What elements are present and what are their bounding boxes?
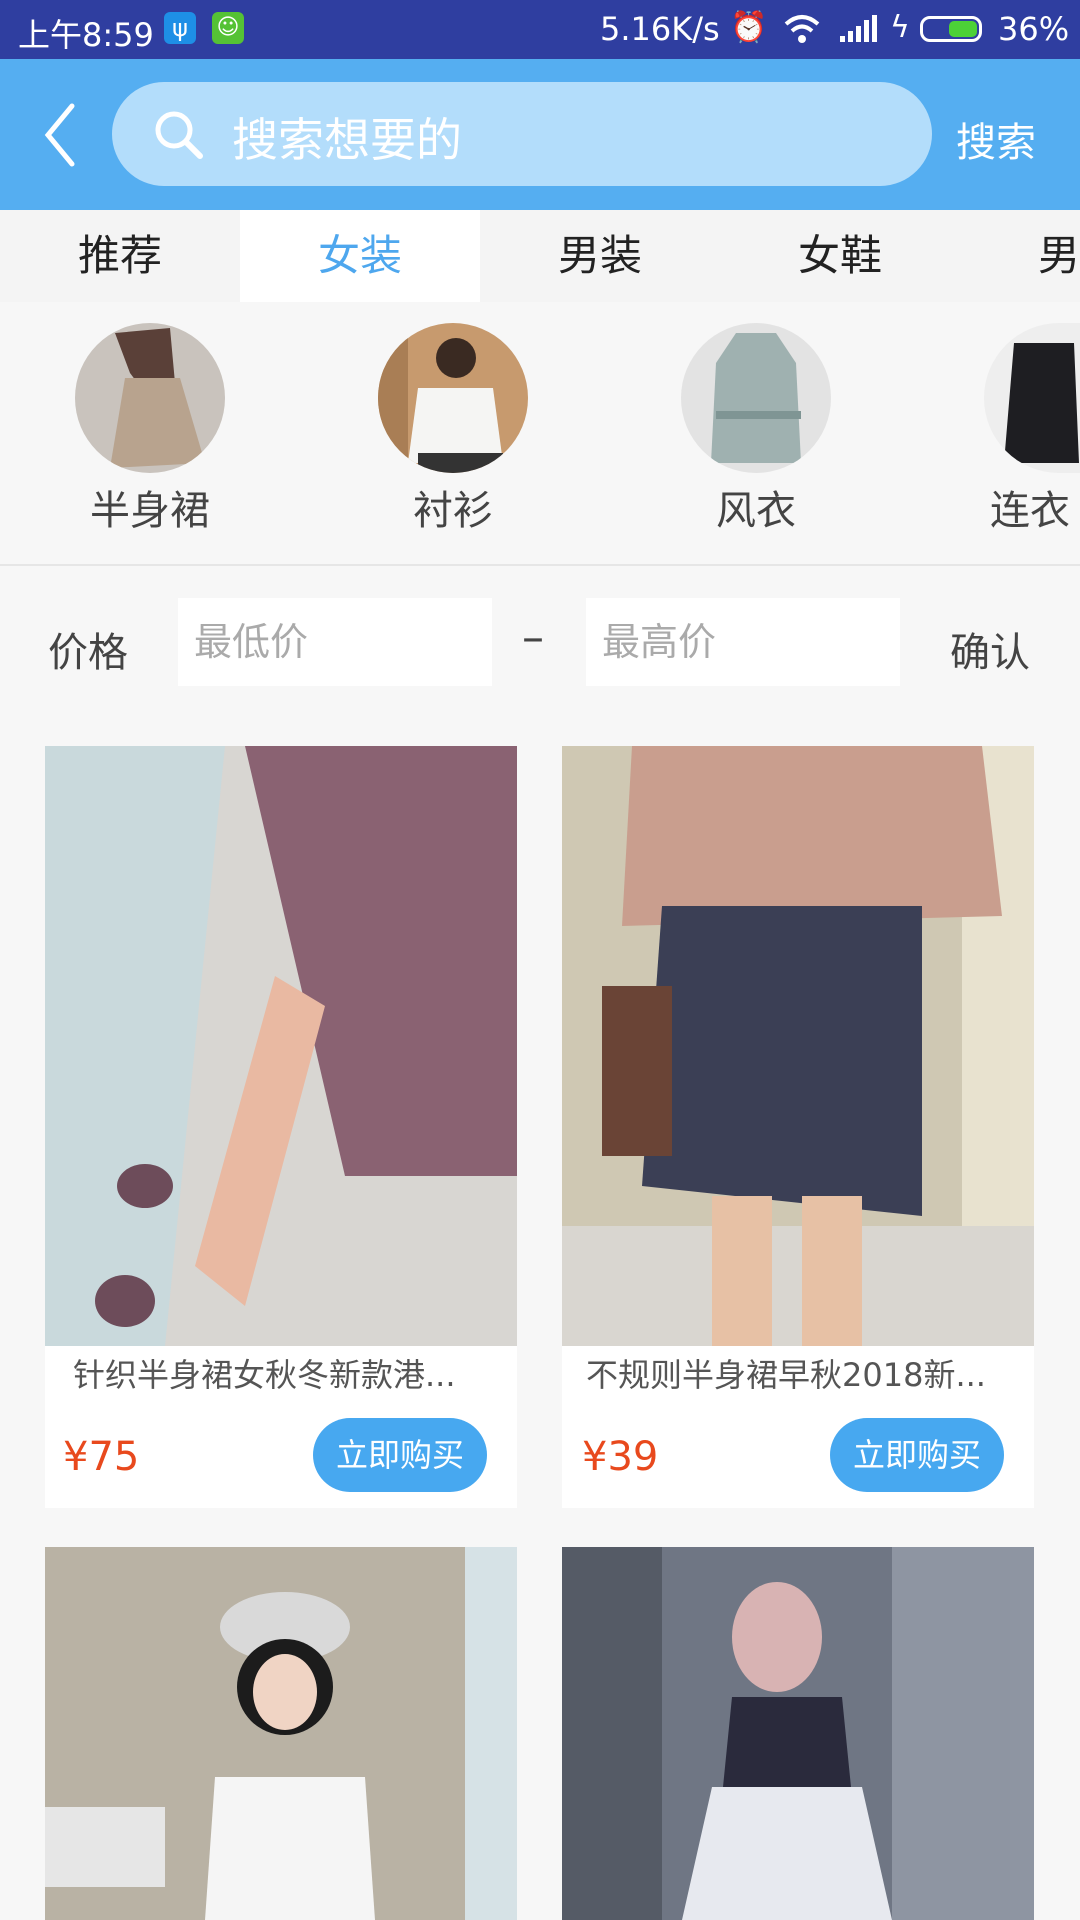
subcategory-shirt-label[interactable]: 衬衫 [343,478,563,536]
product-image[interactable] [45,746,517,1346]
subcategory-skirt-label[interactable]: 半身裙 [40,478,260,536]
product-image[interactable] [45,1547,517,1920]
usb-icon: ψ [164,12,196,44]
product-price: ¥75 [63,1434,140,1480]
alarm-icon: ⏰ [730,10,768,45]
product-card[interactable]: 针织半身裙女秋冬新款港... ¥75 立即购买 [45,746,517,1508]
charging-icon: ϟ [890,10,910,45]
buy-now-button[interactable]: 立即购买 [830,1418,1004,1492]
back-arrow-icon[interactable] [40,100,80,170]
tab-mens-clothing[interactable]: 男装 [480,210,720,302]
tab-mens-shoes[interactable]: 男 [960,210,1080,302]
subcategory-dress-label[interactable]: 连衣 [990,478,1080,536]
product-image[interactable] [562,1547,1034,1920]
subcategory-skirt-image[interactable] [75,323,225,473]
max-price-input[interactable]: 最高价 [586,598,900,686]
price-range-separator: – [522,612,544,663]
network-speed: 5.16K/s [600,10,720,48]
product-title[interactable]: 针织半身裙女秋冬新款港... [73,1350,503,1396]
status-time: 上午8:59 [18,16,154,54]
subcategory-shirt-image[interactable] [378,323,528,473]
search-placeholder: 搜索想要的 [232,113,462,167]
battery-percent: 36% [998,10,1070,48]
product-card[interactable] [45,1547,517,1920]
search-button[interactable]: 搜索 [956,110,1036,168]
status-bar: 上午8:59 ψ ☺ 5.16K/s ⏰ ϟ 36% [0,0,1080,59]
signal-icon [840,15,877,42]
tab-womens-clothing[interactable]: 女装 [240,210,480,302]
subcategory-trenchcoat-label[interactable]: 风衣 [646,478,866,536]
tab-recommend[interactable]: 推荐 [0,210,240,302]
search-icon [155,111,203,159]
wifi-icon [784,15,820,43]
product-card[interactable]: 不规则半身裙早秋2018新... ¥39 立即购买 [562,746,1034,1508]
product-title[interactable]: 不规则半身裙早秋2018新... [586,1350,1020,1396]
product-price: ¥39 [582,1434,659,1480]
min-price-input[interactable]: 最低价 [178,598,492,686]
app-notification-icon: ☺ [212,12,244,44]
subcategory-trenchcoat-image[interactable] [681,323,831,473]
battery-icon [920,16,982,42]
price-confirm-button[interactable]: 确认 [950,620,1030,678]
buy-now-button[interactable]: 立即购买 [313,1418,487,1492]
tab-womens-shoes[interactable]: 女鞋 [720,210,960,302]
product-image[interactable] [562,746,1034,1346]
price-filter-label: 价格 [48,630,128,676]
product-card[interactable] [562,1547,1034,1920]
